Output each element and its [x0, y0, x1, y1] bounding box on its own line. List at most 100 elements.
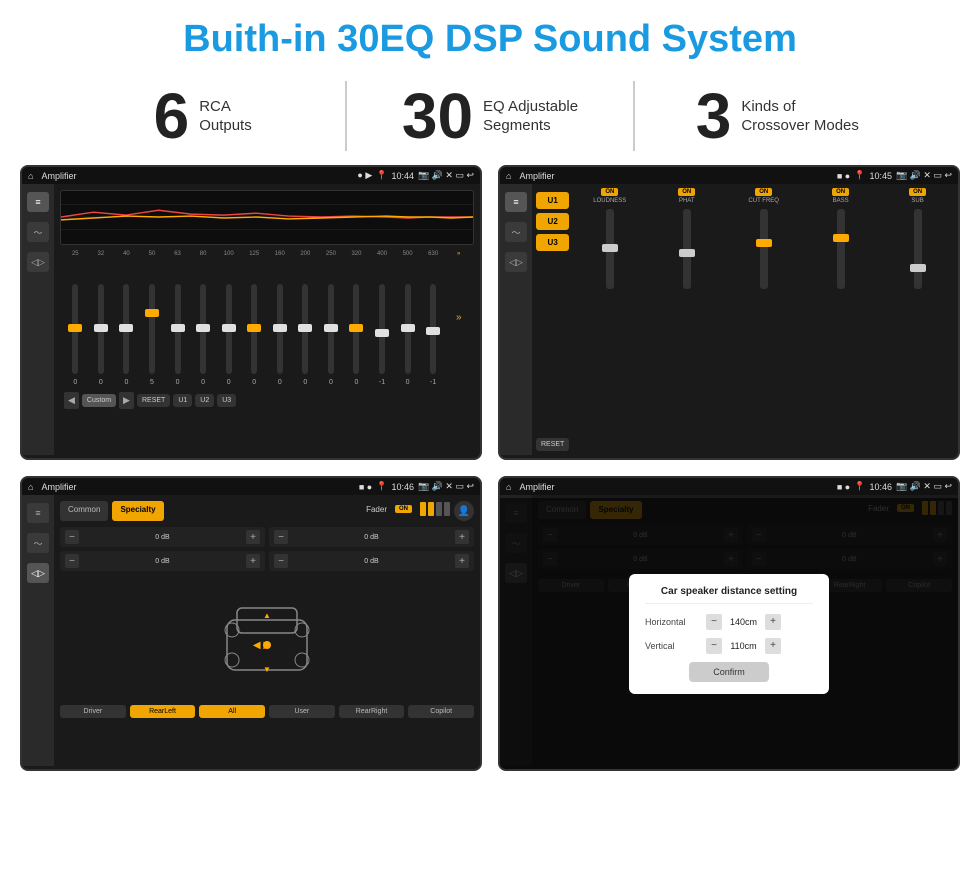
screen1-title: Amplifier	[41, 171, 353, 181]
dialog-title: Car speaker distance setting	[645, 586, 813, 604]
sidebar-vol-icon[interactable]: ◁▷	[27, 252, 49, 272]
freq-630: 630	[422, 251, 445, 257]
eq-slider-11[interactable]	[345, 284, 368, 377]
phat-on-badge[interactable]: ON	[678, 188, 695, 196]
eq-slider-5[interactable]	[192, 284, 215, 377]
vertical-minus-button[interactable]: −	[706, 638, 722, 654]
tab-specialty[interactable]: Specialty	[112, 501, 163, 521]
sidebar2-vol-icon[interactable]: ◁▷	[505, 252, 527, 272]
u1-button[interactable]: U1	[173, 394, 192, 407]
statusbar-1: ⌂ Amplifier ● ▶ 📍 10:44 📷 🔊 ✕ ▭ ↩	[22, 167, 480, 184]
phat-slider[interactable]	[683, 209, 691, 289]
eq-slider-6[interactable]	[217, 284, 240, 377]
next-preset-button[interactable]: ▶	[119, 392, 134, 409]
stat-number-rca: 6	[154, 84, 190, 148]
freq-40: 40	[115, 251, 138, 257]
u3-button[interactable]: U3	[217, 394, 236, 407]
cutfreq-slider[interactable]	[760, 209, 768, 289]
fader-track	[420, 502, 450, 516]
eq-slider-1[interactable]	[90, 284, 113, 377]
stat-rca: 6 RCA Outputs	[60, 84, 345, 148]
home-icon-4[interactable]: ⌂	[506, 482, 511, 492]
eq-slider-13[interactable]	[396, 284, 419, 377]
status-icons-2: 📷 🔊 ✕ ▭ ↩	[896, 170, 952, 181]
eq-slider-expand[interactable]: »	[447, 312, 470, 323]
home-icon-3[interactable]: ⌂	[28, 482, 33, 492]
eq-slider-14[interactable]	[422, 284, 445, 377]
confirm-button[interactable]: Confirm	[689, 662, 769, 682]
preset-custom[interactable]: Custom	[82, 394, 116, 407]
location-icon-4: 📍	[854, 481, 865, 492]
horizontal-label: Horizontal	[645, 617, 700, 627]
vertical-plus-button[interactable]: +	[765, 638, 781, 654]
fader-on-toggle[interactable]: ON	[395, 505, 412, 513]
bass-label: BASS	[833, 198, 849, 204]
bass-on-badge[interactable]: ON	[832, 188, 849, 196]
sidebar3-eq-icon[interactable]: ≡	[27, 503, 49, 523]
screen-eq: ⌂ Amplifier ● ▶ 📍 10:44 📷 🔊 ✕ ▭ ↩ ≡ 〜 ◁▷	[20, 165, 482, 460]
freq-32: 32	[90, 251, 113, 257]
sub-on-badge[interactable]: ON	[909, 188, 926, 196]
u3-preset-button[interactable]: U3	[536, 234, 569, 251]
loudness-slider[interactable]	[606, 209, 614, 289]
prev-preset-button[interactable]: ◀	[64, 392, 79, 409]
reset-button[interactable]: RESET	[137, 394, 170, 407]
sidebar-eq-icon[interactable]: ≡	[27, 192, 49, 212]
vol-minus-3[interactable]: −	[65, 554, 79, 568]
vol-plus-3[interactable]: +	[246, 554, 260, 568]
stat-label-crossover: Kinds of Crossover Modes	[741, 97, 859, 136]
eq-slider-12[interactable]	[371, 284, 394, 377]
eq-slider-7[interactable]	[243, 284, 266, 377]
sidebar-wave-icon[interactable]: 〜	[27, 222, 49, 242]
vol-minus-4[interactable]: −	[274, 554, 288, 568]
status-icons-1: 📷 🔊 ✕ ▭ ↩	[418, 170, 474, 181]
vol-row-4: − 0 dB +	[269, 551, 474, 571]
vol-minus-2[interactable]: −	[274, 530, 288, 544]
home-icon-2[interactable]: ⌂	[506, 171, 511, 181]
cutfreq-on-badge[interactable]: ON	[755, 188, 772, 196]
vol-minus-1[interactable]: −	[65, 530, 79, 544]
sidebar3-wave-icon[interactable]: 〜	[27, 533, 49, 553]
all-btn[interactable]: All	[199, 705, 265, 718]
sidebar2-eq-icon[interactable]: ≡	[505, 192, 527, 212]
freq-400: 400	[371, 251, 394, 257]
horizontal-plus-button[interactable]: +	[765, 614, 781, 630]
loudness-on-badge[interactable]: ON	[601, 188, 618, 196]
home-icon[interactable]: ⌂	[28, 171, 33, 181]
u2-button[interactable]: U2	[195, 394, 214, 407]
eq-slider-3[interactable]	[141, 284, 164, 377]
sidebar2-wave-icon[interactable]: 〜	[505, 222, 527, 242]
location-icon-2: 📍	[854, 170, 865, 181]
freq-25: 25	[64, 251, 87, 257]
fader-tabs: Common Specialty Fader ON 👤	[60, 501, 474, 521]
sub-slider[interactable]	[914, 209, 922, 289]
statusbar-3: ⌂ Amplifier ■ ● 📍 10:46 📷 🔊 ✕ ▭ ↩	[22, 478, 480, 495]
rearleft-btn[interactable]: RearLeft	[130, 705, 196, 718]
tab-common[interactable]: Common	[60, 501, 108, 521]
horizontal-minus-button[interactable]: −	[706, 614, 722, 630]
eq-slider-8[interactable]	[269, 284, 292, 377]
sidebar3-vol-icon[interactable]: ◁▷	[27, 563, 49, 583]
eq-slider-4[interactable]	[166, 284, 189, 377]
copilot-btn[interactable]: Copilot	[408, 705, 474, 718]
vol-plus-2[interactable]: +	[455, 530, 469, 544]
eq-slider-2[interactable]	[115, 284, 138, 377]
eq-slider-0[interactable]	[64, 284, 87, 377]
user-btn[interactable]: User	[269, 705, 335, 718]
freq-200: 200	[294, 251, 317, 257]
person-icon: 👤	[454, 501, 474, 521]
eq-slider-10[interactable]	[320, 284, 343, 377]
u2-preset-button[interactable]: U2	[536, 213, 569, 230]
u1-preset-button[interactable]: U1	[536, 192, 569, 209]
vol-plus-1[interactable]: +	[246, 530, 260, 544]
freq-more[interactable]: »	[447, 251, 470, 257]
rearright-btn[interactable]: RearRight	[339, 705, 405, 718]
cross-phat: ON PHAT	[650, 188, 723, 451]
fader-content: Common Specialty Fader ON 👤	[54, 495, 480, 766]
driver-btn[interactable]: Driver	[60, 705, 126, 718]
bass-slider[interactable]	[837, 209, 845, 289]
vol-plus-4[interactable]: +	[455, 554, 469, 568]
eq-slider-9[interactable]	[294, 284, 317, 377]
crossover-reset-button[interactable]: RESET	[536, 438, 569, 451]
vertical-row: Vertical − 110cm +	[645, 638, 813, 654]
